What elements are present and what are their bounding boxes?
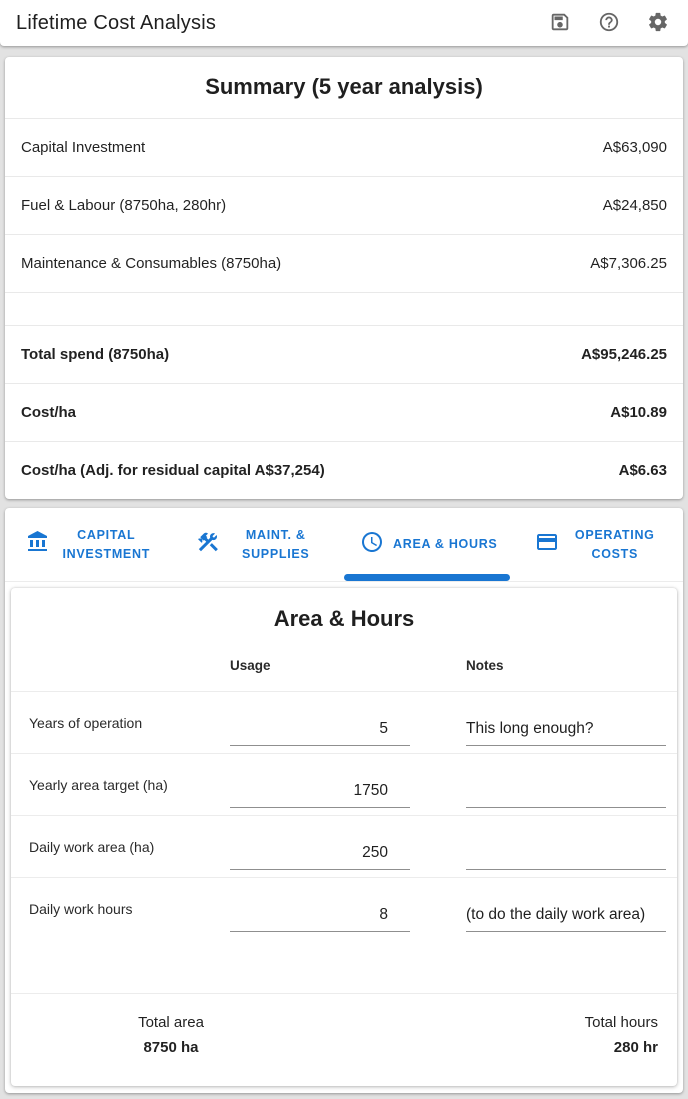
usage-column-header: Usage	[230, 658, 410, 673]
row-daily-work-area: Daily work area (ha)	[11, 815, 677, 877]
years-of-operation-input[interactable]	[230, 720, 410, 746]
totals-footer: Total area 8750 ha Total hours 280 hr	[11, 993, 677, 1086]
header-actions	[548, 11, 670, 35]
clock-icon	[360, 530, 384, 560]
row-years-of-operation: Years of operation	[11, 691, 677, 753]
daily-work-hours-input[interactable]	[230, 906, 410, 932]
total-hours-label: Total hours	[585, 1010, 658, 1035]
credit-card-icon	[535, 530, 559, 560]
summary-row-fuel-labour: Fuel & Labour (8750ha, 280hr) A$24,850	[5, 176, 683, 234]
tab-area-hours[interactable]: AREA & HOURS	[344, 508, 514, 581]
tab-operating-costs[interactable]: OPERATING COSTS	[514, 508, 684, 581]
help-icon	[598, 11, 620, 36]
tab-label: OPERATING COSTS	[568, 526, 662, 564]
tab-label: MAINT. & SUPPLIES	[229, 526, 323, 564]
yearly-area-target-note-input[interactable]	[466, 782, 666, 808]
save-button[interactable]	[548, 11, 572, 35]
years-of-operation-note-input[interactable]	[466, 720, 666, 746]
field-label: Daily work area (ha)	[29, 839, 230, 855]
daily-work-hours-note-input[interactable]	[466, 906, 666, 932]
area-hours-card: Area & Hours Usage Notes Years of operat…	[11, 588, 677, 1086]
daily-work-area-note-input[interactable]	[466, 844, 666, 870]
total-hours-value: 280 hr	[585, 1035, 658, 1060]
save-icon	[549, 11, 571, 36]
summary-row-label: Total spend (8750ha)	[21, 346, 169, 363]
yearly-area-target-input[interactable]	[230, 782, 410, 808]
bank-icon	[26, 530, 50, 560]
tab-bar: CAPITAL INVESTMENT MAINT. & SUPPLIES ARE…	[5, 508, 683, 582]
page-title: Lifetime Cost Analysis	[16, 12, 216, 35]
hammer-wrench-icon	[196, 530, 220, 560]
summary-row-label: Maintenance & Consumables (8750ha)	[21, 255, 281, 272]
tab-label: AREA & HOURS	[393, 535, 497, 554]
summary-row-label: Cost/ha (Adj. for residual capital A$37,…	[21, 462, 325, 479]
detail-card: CAPITAL INVESTMENT MAINT. & SUPPLIES ARE…	[5, 508, 683, 1093]
summary-row-label: Fuel & Labour (8750ha, 280hr)	[21, 197, 226, 214]
summary-row-maintenance: Maintenance & Consumables (8750ha) A$7,3…	[5, 234, 683, 292]
field-label: Daily work hours	[29, 901, 230, 917]
total-hours-block: Total hours 280 hr	[585, 1010, 658, 1060]
tab-label: CAPITAL INVESTMENT	[59, 526, 153, 564]
summary-row-value: A$7,306.25	[590, 255, 667, 272]
summary-row-value: A$63,090	[603, 139, 667, 156]
active-tab-indicator	[344, 574, 510, 581]
row-yearly-area-target: Yearly area target (ha)	[11, 753, 677, 815]
summary-row-value: A$24,850	[603, 197, 667, 214]
total-area-value: 8750 ha	[11, 1035, 331, 1060]
area-hours-title: Area & Hours	[11, 588, 677, 632]
summary-row-label: Capital Investment	[21, 139, 145, 156]
app-header: Lifetime Cost Analysis	[0, 0, 688, 46]
summary-row-label: Cost/ha	[21, 404, 76, 421]
summary-row-value: A$10.89	[610, 404, 667, 421]
row-daily-work-hours: Daily work hours	[11, 877, 677, 939]
tab-maint-supplies[interactable]: MAINT. & SUPPLIES	[175, 508, 345, 581]
notes-column-header: Notes	[466, 658, 658, 673]
summary-row-total-spend: Total spend (8750ha) A$95,246.25	[5, 325, 683, 383]
gear-icon	[647, 11, 669, 36]
daily-work-area-input[interactable]	[230, 844, 410, 870]
total-area-block: Total area 8750 ha	[11, 1010, 331, 1060]
summary-row-cost-per-ha-adjusted: Cost/ha (Adj. for residual capital A$37,…	[5, 441, 683, 499]
summary-card: Summary (5 year analysis) Capital Invest…	[5, 57, 683, 499]
total-area-label: Total area	[11, 1010, 331, 1035]
tab-capital-investment[interactable]: CAPITAL INVESTMENT	[5, 508, 175, 581]
summary-row-cost-per-ha: Cost/ha A$10.89	[5, 383, 683, 441]
summary-row-capital: Capital Investment A$63,090	[5, 118, 683, 176]
settings-button[interactable]	[646, 11, 670, 35]
summary-row-value: A$95,246.25	[581, 346, 667, 363]
field-label: Yearly area target (ha)	[29, 777, 230, 793]
spacer	[11, 939, 677, 993]
summary-spacer-row	[5, 292, 683, 325]
help-button[interactable]	[597, 11, 621, 35]
columns-header: Usage Notes	[11, 658, 677, 691]
summary-row-value: A$6.63	[619, 462, 667, 479]
summary-title: Summary (5 year analysis)	[5, 57, 683, 118]
field-label: Years of operation	[29, 715, 230, 731]
